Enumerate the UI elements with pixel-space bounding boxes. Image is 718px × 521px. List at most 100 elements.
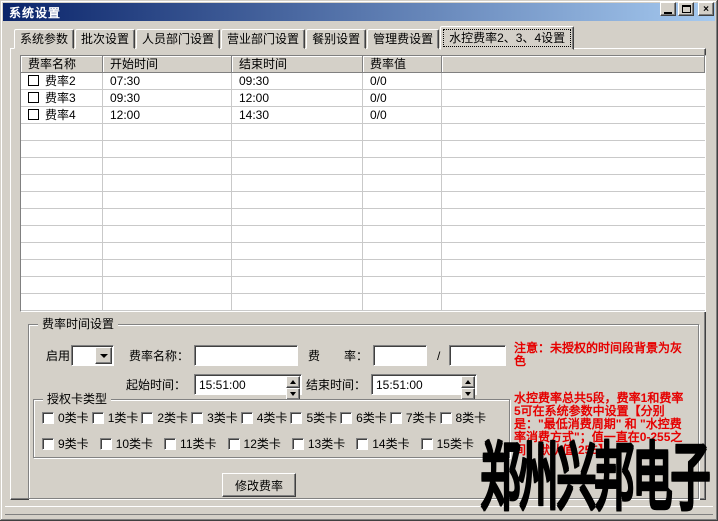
table-body: 费率207:3009:300/0费率309:3012:000/0费率412:00… [21, 73, 705, 311]
card-type-label: 4类卡 [257, 411, 288, 425]
start-time-value: 15:51:00 [199, 378, 246, 392]
column-header-start-time[interactable]: 开始时间 [103, 56, 232, 73]
tab-2[interactable]: 人员部门设置 [136, 29, 220, 49]
maximize-button[interactable] [678, 2, 694, 16]
tab-4[interactable]: 餐别设置 [306, 29, 366, 49]
empty-table-row [21, 124, 705, 141]
modify-rate-button[interactable]: 修改费率 [222, 473, 296, 497]
empty-table-row [21, 209, 705, 226]
rate-value-2-input[interactable] [449, 345, 506, 366]
rate-name: 费率3 [45, 91, 76, 105]
tab-bar: 系统参数批次设置人员部门设置营业部门设置餐别设置管理费设置水控费率2、3、4设置 [14, 25, 575, 49]
card-type-option[interactable]: 4类卡 [241, 411, 288, 425]
rate-table[interactable]: 费率名称 开始时间 结束时间 费率值 费率207:3009:300/0费率309… [20, 55, 706, 312]
card-type-option[interactable]: 10类卡 [100, 437, 153, 451]
vendor-watermark: 郑州兴邦电子 [480, 417, 708, 521]
spin-up-button[interactable] [461, 376, 475, 388]
title-bar[interactable]: 系统设置 [3, 3, 715, 21]
card-type-checkbox[interactable] [290, 412, 302, 424]
tab-3[interactable]: 营业部门设置 [221, 29, 305, 49]
card-type-checkbox[interactable] [164, 438, 176, 450]
table-row[interactable]: 费率309:3012:000/0 [21, 90, 705, 107]
close-icon: × [703, 4, 709, 15]
card-type-checkbox[interactable] [390, 412, 402, 424]
card-type-option[interactable]: 5类卡 [290, 411, 337, 425]
spin-up-button[interactable] [286, 376, 300, 388]
table-row[interactable]: 费率412:0014:300/0 [21, 107, 705, 124]
card-type-checkbox[interactable] [356, 438, 368, 450]
rate-name-input[interactable] [194, 345, 298, 366]
card-type-option[interactable]: 14类卡 [356, 437, 409, 451]
row-checkbox[interactable] [28, 109, 39, 120]
card-type-row-1: 0类卡1类卡2类卡3类卡4类卡5类卡6类卡7类卡8类卡 [42, 411, 486, 425]
card-type-checkbox[interactable] [292, 438, 304, 450]
row-checkbox[interactable] [28, 75, 39, 86]
chevron-up-icon [465, 377, 471, 384]
rate-name-cell: 费率4 [21, 107, 103, 124]
card-type-option[interactable]: 15类卡 [421, 437, 474, 451]
card-type-checkbox[interactable] [42, 438, 54, 450]
minimize-button[interactable] [660, 2, 676, 16]
close-button[interactable]: × [698, 2, 714, 16]
chevron-down-icon [465, 392, 471, 399]
card-type-option[interactable]: 12类卡 [228, 437, 281, 451]
empty-table-row [21, 243, 705, 260]
rate-label: 费 率： [308, 349, 368, 363]
card-type-checkbox[interactable] [340, 412, 352, 424]
tab-6[interactable]: 水控费率2、3、4设置 [440, 26, 574, 50]
end-time-value: 15:51:00 [376, 378, 423, 392]
card-type-checkbox[interactable] [42, 412, 54, 424]
card-type-checkbox[interactable] [440, 412, 452, 424]
chevron-down-icon [290, 392, 296, 399]
enable-combobox[interactable] [71, 345, 114, 366]
card-type-option[interactable]: 6类卡 [340, 411, 387, 425]
empty-table-row [21, 226, 705, 243]
tab-1[interactable]: 批次设置 [75, 29, 135, 49]
empty-table-row [21, 158, 705, 175]
column-header-rate-name[interactable]: 费率名称 [21, 56, 103, 73]
row-checkbox[interactable] [28, 92, 39, 103]
card-type-checkbox[interactable] [100, 438, 112, 450]
card-type-option[interactable]: 0类卡 [42, 411, 89, 425]
end-time-label: 结束时间： [306, 378, 366, 392]
card-type-option[interactable]: 2类卡 [141, 411, 188, 425]
card-type-option[interactable]: 13类卡 [292, 437, 345, 451]
empty-table-row [21, 192, 705, 209]
end-time-spinner[interactable]: 15:51:00 [371, 374, 477, 395]
combo-drop-button[interactable] [95, 347, 112, 364]
start-time-label: 起始时间： [126, 378, 186, 392]
empty-table-row [21, 277, 705, 294]
empty-table-row [21, 175, 705, 192]
table-row[interactable]: 费率207:3009:300/0 [21, 73, 705, 90]
card-type-option[interactable]: 7类卡 [390, 411, 437, 425]
card-type-checkbox[interactable] [141, 412, 153, 424]
start-time-spinner[interactable]: 15:51:00 [194, 374, 302, 395]
rate-name-label: 费率名称： [129, 349, 189, 363]
card-type-option[interactable]: 11类卡 [164, 437, 216, 451]
card-type-label: 6类卡 [356, 411, 387, 425]
rate-separator: / [437, 349, 440, 363]
rate-value-1-input[interactable] [373, 345, 427, 366]
window-title: 系统设置 [9, 4, 61, 21]
card-type-option[interactable]: 3类卡 [191, 411, 238, 425]
maximize-icon [682, 5, 691, 13]
end-time-cell: 09:30 [232, 73, 363, 90]
column-header-rate-value[interactable]: 费率值 [363, 56, 442, 73]
rate-value-cell: 0/0 [363, 73, 442, 90]
card-type-checkbox[interactable] [191, 412, 203, 424]
tab-0[interactable]: 系统参数 [14, 29, 74, 49]
card-type-label: 1类卡 [108, 411, 139, 425]
card-type-group: 授权卡类型 0类卡1类卡2类卡3类卡4类卡5类卡6类卡7类卡8类卡 9类卡10类… [33, 399, 510, 458]
card-type-option[interactable]: 1类卡 [92, 411, 139, 425]
card-type-label: 11类卡 [180, 437, 216, 451]
card-type-label: 2类卡 [157, 411, 188, 425]
card-type-checkbox[interactable] [421, 438, 433, 450]
column-header-end-time[interactable]: 结束时间 [232, 56, 363, 73]
card-type-checkbox[interactable] [92, 412, 104, 424]
card-type-checkbox[interactable] [241, 412, 253, 424]
tab-5[interactable]: 管理费设置 [367, 29, 439, 49]
card-type-checkbox[interactable] [228, 438, 240, 450]
card-type-option[interactable]: 9类卡 [42, 437, 89, 451]
card-type-label: 15类卡 [437, 437, 474, 451]
rate-name-cell: 费率2 [21, 73, 103, 90]
